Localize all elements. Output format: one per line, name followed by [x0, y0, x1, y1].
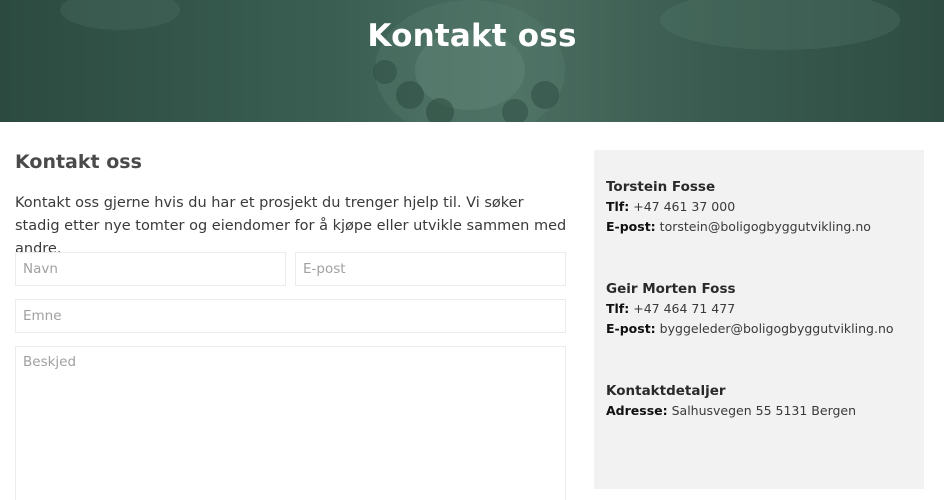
email-input[interactable]: [295, 252, 566, 286]
contact-name: Torstein Fosse: [606, 179, 716, 195]
message-textarea[interactable]: [15, 346, 566, 500]
intro-text: Kontakt oss gjerne hvis du har et prosje…: [15, 195, 567, 257]
phone-label: Tlf:: [606, 199, 630, 214]
email-label: E-post:: [606, 219, 656, 234]
contact-card: Geir Morten Foss Tlf: +47 464 71 477 E-p…: [606, 279, 916, 339]
hero-banner: Kontakt oss: [0, 0, 944, 122]
phone-link[interactable]: +47 461 37 000: [633, 199, 735, 214]
contact-phone: Tlf: +47 461 37 000: [606, 197, 916, 217]
address-label: Adresse:: [606, 403, 668, 418]
page-title: Kontakt oss: [367, 18, 577, 54]
contact-email: E-post: byggeleder@boligogbyggutvikling.…: [606, 319, 916, 339]
contact-details: Kontaktdetaljer Adresse: Salhusvegen 55 …: [606, 381, 916, 421]
contact-email: E-post: torstein@boligogbyggutvikling.no: [606, 217, 916, 237]
phone-link[interactable]: +47 464 71 477: [633, 301, 735, 316]
email-link[interactable]: byggeleder@boligogbyggutvikling.no: [660, 321, 894, 336]
section-heading: Kontakt oss: [15, 151, 142, 173]
contact-card: Torstein Fosse Tlf: +47 461 37 000 E-pos…: [606, 177, 916, 237]
name-input[interactable]: [15, 252, 286, 286]
contact-name: Geir Morten Foss: [606, 281, 736, 297]
contact-phone: Tlf: +47 464 71 477: [606, 299, 916, 319]
contact-info-panel: Torstein Fosse Tlf: +47 461 37 000 E-pos…: [594, 150, 924, 489]
email-link[interactable]: torstein@boligogbyggutvikling.no: [660, 219, 871, 234]
subject-input[interactable]: [15, 299, 566, 333]
phone-label: Tlf:: [606, 301, 630, 316]
address-line: Adresse: Salhusvegen 55 5131 Bergen: [606, 401, 916, 421]
address-value: Salhusvegen 55 5131 Bergen: [671, 403, 857, 418]
details-heading: Kontaktdetaljer: [606, 383, 726, 399]
email-label: E-post:: [606, 321, 656, 336]
